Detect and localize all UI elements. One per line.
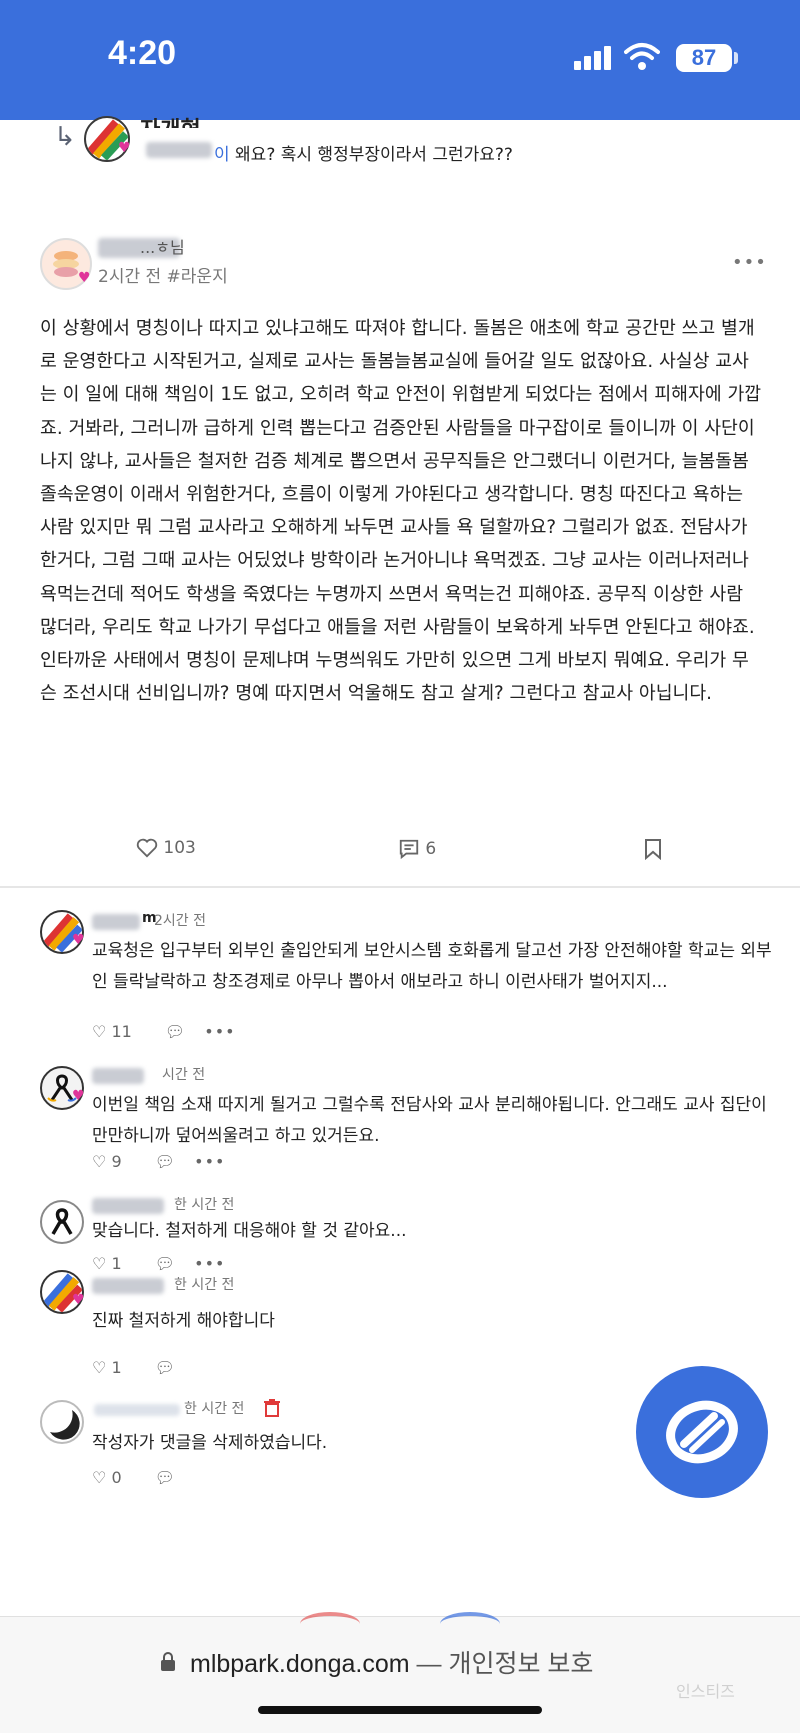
comment-time: 한 시간 전: [174, 1277, 235, 1293]
like-button[interactable]: 103: [136, 838, 196, 858]
heart-icon: [136, 838, 158, 858]
blurred-name: [146, 142, 212, 158]
more-options-button[interactable]: •••: [732, 252, 767, 273]
reply-bubble-icon[interactable]: 💬︎: [165, 1022, 185, 1041]
comment-actions: ♡ 1 💬︎ •••: [92, 1254, 239, 1273]
reply-arrow-icon: ↳: [54, 122, 76, 152]
comment-like-button[interactable]: ♡ 0: [92, 1468, 136, 1487]
comment-text: 진짜 철저하게 해야합니다: [92, 1311, 275, 1331]
heart-badge-icon: ♥: [72, 932, 85, 948]
comment-count: 6: [425, 839, 437, 859]
comment-text: 교육청은 입구부터 외부인 출입안되게 보안시스템 호화롭게 달고선 가장 안전…: [92, 941, 772, 992]
comment-icon: [399, 839, 419, 860]
blurred-name: [92, 1198, 164, 1214]
lock-icon: [161, 1652, 175, 1671]
trash-icon[interactable]: [264, 1399, 280, 1417]
partial-button: [440, 1612, 500, 1636]
comment-more-button[interactable]: •••: [194, 1152, 225, 1171]
bookmark-icon: [645, 839, 661, 860]
comment-text: 이번일 책임 소재 따지게 될거고 그럴수록 전담사와 교사 분리해야됩니다. …: [92, 1095, 767, 1146]
post-body: 이 상황에서 명칭이나 따지고 있냐고해도 따져야 합니다. 돌봄은 애초에 학…: [40, 318, 762, 705]
privacy-label: — 개인정보 보호: [409, 1650, 594, 1678]
mention[interactable]: 이: [214, 145, 230, 165]
comment-like-count: 1: [111, 1254, 122, 1273]
blurred-name: [92, 1068, 144, 1084]
battery-indicator: 87: [676, 44, 732, 72]
comment-button[interactable]: 6: [398, 838, 436, 860]
heart-badge-icon: ♥: [72, 1088, 85, 1104]
comment-more-button[interactable]: •••: [194, 1254, 225, 1273]
heart-badge-icon: ♥: [118, 140, 131, 156]
bookmark-button[interactable]: [644, 838, 662, 860]
comment-like-count: 9: [111, 1152, 122, 1171]
comment-time: 한 시간 전: [184, 1401, 245, 1417]
divider: [0, 886, 800, 888]
comment-like-count: 1: [111, 1358, 122, 1377]
comment-more-button[interactable]: •••: [204, 1022, 235, 1041]
comment-time: 시간 전: [162, 1067, 206, 1083]
battery-nub: [734, 52, 738, 64]
blurred-name: [94, 1404, 180, 1416]
post-author-name[interactable]: ...ㅎ님: [140, 234, 185, 258]
reply-preview-body: 왜요? 혹시 행정부장이라서 그런가요??: [229, 145, 513, 165]
comment-like-count: 11: [111, 1022, 132, 1041]
reply-bubble-icon[interactable]: 💬︎: [155, 1468, 175, 1487]
blurred-name: [92, 914, 140, 930]
comment-avatar[interactable]: [40, 1200, 84, 1244]
watermark: 인스티즈: [676, 1682, 735, 1701]
home-indicator[interactable]: [258, 1706, 542, 1714]
comment-time: 한 시간 전: [174, 1197, 235, 1213]
comment-time: 2시간 전: [154, 913, 206, 929]
moon-avatar-icon: [50, 1410, 80, 1440]
address-bar[interactable]: mlbpark.donga.com — 개인정보 보호: [190, 1644, 593, 1680]
comment-like-button[interactable]: ♡ 9: [92, 1152, 136, 1171]
post-meta: 2시간 전 #라운지: [98, 267, 228, 287]
floating-write-button[interactable]: [636, 1366, 768, 1498]
blurred-name: [92, 1278, 164, 1294]
comment-like-count: 0: [111, 1468, 122, 1487]
reply-author[interactable]: 자개형: [140, 112, 250, 128]
like-count: 103: [163, 838, 196, 858]
heart-badge-icon: ♥: [72, 1292, 85, 1308]
brand-logo-icon: [666, 1400, 738, 1464]
reply-bubble-icon[interactable]: 💬︎: [155, 1358, 175, 1377]
clock: 4:20: [108, 34, 177, 72]
reply-preview-text: 이 왜요? 혹시 행정부장이라서 그런가요??: [214, 140, 513, 165]
comment-avatar[interactable]: [40, 1400, 84, 1444]
signal-icon: [574, 46, 614, 70]
heart-badge-icon: ♥: [78, 270, 91, 286]
comment-like-button[interactable]: ♡ 1: [92, 1254, 136, 1273]
comment-actions: ♡ 0 💬︎: [92, 1468, 189, 1487]
wifi-icon: [624, 43, 660, 70]
comment-actions: ♡ 9 💬︎ •••: [92, 1152, 239, 1171]
comment-actions: ♡ 1 💬︎: [92, 1358, 189, 1377]
comment-text: 맞습니다. 철저하게 대응해야 할 것 같아요...: [92, 1221, 407, 1241]
comment-like-button[interactable]: ♡ 11: [92, 1022, 146, 1041]
reply-bubble-icon[interactable]: 💬︎: [155, 1254, 175, 1273]
status-bar: 4:20 87: [0, 0, 800, 120]
reply-bubble-icon[interactable]: 💬︎: [155, 1152, 175, 1171]
black-ribbon-icon: [51, 1208, 73, 1235]
url-domain: mlbpark.donga.com: [190, 1650, 410, 1678]
partial-button: [300, 1612, 360, 1636]
comment-actions: ♡ 11 💬︎ •••: [92, 1022, 250, 1041]
comment-like-button[interactable]: ♡ 1: [92, 1358, 136, 1377]
